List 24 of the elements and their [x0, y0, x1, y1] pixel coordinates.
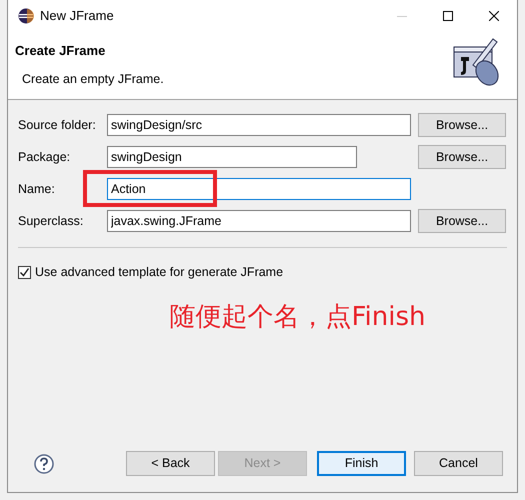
dialog-button[interactable]: Cancel	[414, 451, 503, 476]
page-description: Create an empty JFrame.	[22, 70, 164, 88]
field-label: Name:	[18, 180, 56, 198]
checkbox-label: Use advanced template for generate JFrame	[35, 264, 284, 281]
window-title: New JFrame	[40, 7, 114, 26]
page-title: Create JFrame	[15, 42, 106, 60]
help-icon[interactable]	[34, 454, 54, 474]
browse-button[interactable]: Browse...	[418, 145, 506, 169]
browse-button[interactable]: Browse...	[418, 113, 506, 137]
field-label: Source folder:	[18, 116, 97, 134]
maximize-icon	[443, 11, 453, 21]
dialog-button[interactable]: Finish	[317, 451, 406, 476]
field-label: Package:	[18, 148, 72, 166]
close-icon	[489, 11, 499, 21]
text-field[interactable]: swingDesign	[107, 146, 357, 168]
text-field[interactable]: swingDesign/src	[107, 114, 411, 136]
app-icon	[18, 8, 34, 24]
text-field[interactable]: javax.swing.JFrame	[107, 210, 411, 232]
browse-button[interactable]: Browse...	[418, 209, 506, 233]
field-label: Superclass:	[18, 212, 84, 230]
text-field[interactable]: Action	[107, 178, 411, 200]
annotation-text: 随便起个名，点Finish	[169, 300, 426, 334]
checkbox[interactable]	[18, 266, 31, 279]
dialog-button[interactable]: < Back	[126, 451, 215, 476]
